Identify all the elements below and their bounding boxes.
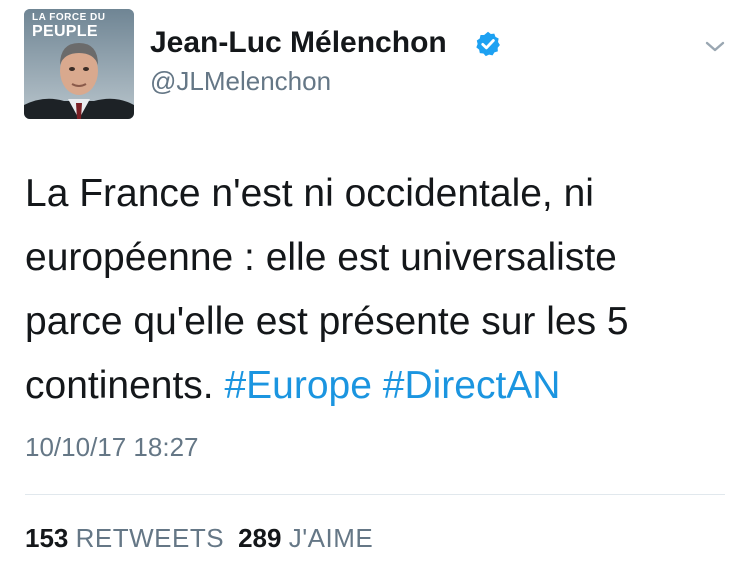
avatar-banner: LA FORCE DU PEUPLE xyxy=(32,13,105,40)
avatar-banner-line1: LA FORCE DU xyxy=(32,12,106,23)
hashtag-europe-link[interactable]: #Europe xyxy=(224,364,371,407)
tweet-stats: 153 RETWEETS 289 J'AIME xyxy=(25,523,373,554)
retweets-count: 153 xyxy=(25,523,69,553)
verified-badge-icon xyxy=(476,31,500,57)
likes-count: 289 xyxy=(238,523,282,553)
tweet-text: La France n'est ni occidentale, ni europ… xyxy=(25,162,715,418)
hashtag-directan-link[interactable]: #DirectAN xyxy=(383,364,561,407)
chevron-down-icon[interactable] xyxy=(700,36,730,58)
retweets-label: RETWEETS xyxy=(75,523,225,553)
avatar-banner-line2: PEUPLE xyxy=(32,23,98,40)
display-name[interactable]: Jean-Luc Mélenchon xyxy=(150,26,447,60)
retweets-stat[interactable]: 153 RETWEETS xyxy=(25,523,224,553)
tweet-timestamp: 10/10/17 18:27 xyxy=(25,432,199,462)
likes-label: J'AIME xyxy=(288,523,374,553)
divider xyxy=(25,494,725,495)
avatar[interactable]: LA FORCE DU PEUPLE xyxy=(24,9,134,119)
likes-stat[interactable]: 289 J'AIME xyxy=(238,523,373,553)
user-handle[interactable]: @JLMelenchon xyxy=(150,66,331,97)
